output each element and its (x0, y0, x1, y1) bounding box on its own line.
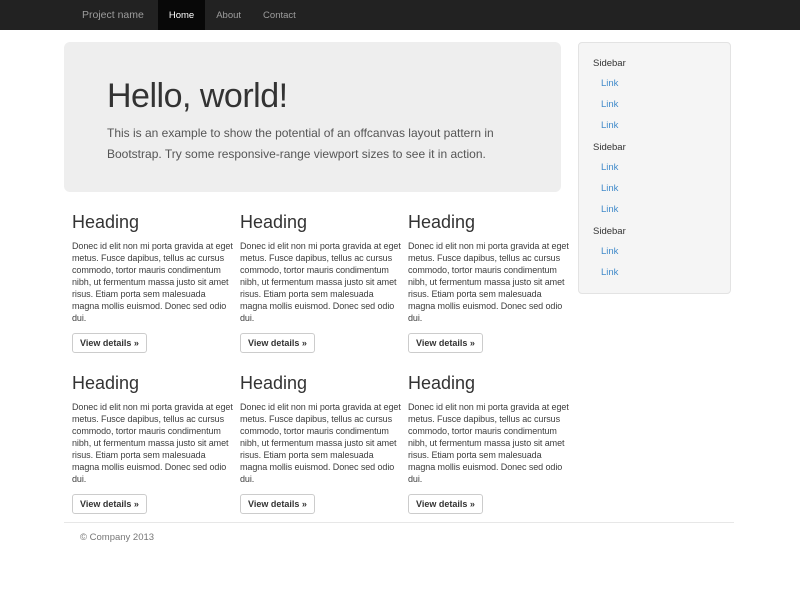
view-details-button[interactable]: View details » (72, 494, 147, 514)
card-1: Heading Donec id elit non mi porta gravi… (64, 206, 232, 353)
card-body-text: Donec id elit non mi porta gravida at eg… (408, 240, 569, 324)
card-2: Heading Donec id elit non mi porta gravi… (232, 206, 400, 353)
sidebar-group-title: Sidebar (579, 52, 730, 73)
sidebar-link[interactable]: Link (579, 241, 730, 262)
view-details-button[interactable]: View details » (240, 494, 315, 514)
card-heading: Heading (240, 373, 400, 393)
card-heading: Heading (408, 373, 568, 393)
view-details-button[interactable]: View details » (240, 333, 315, 353)
card-body-text: Donec id elit non mi porta gravida at eg… (240, 401, 401, 485)
navbar-inner: Project name Home About Contact (64, 0, 307, 30)
copyright-text: © Company 2013 (80, 532, 734, 543)
sidebar-link[interactable]: Link (579, 262, 730, 283)
card-heading: Heading (72, 212, 232, 232)
sidebar-link[interactable]: Link (579, 178, 730, 199)
footer-divider (64, 522, 734, 523)
main-column: Hello, world! This is an example to show… (64, 30, 561, 514)
sidebar-link[interactable]: Link (579, 115, 730, 136)
card-body-text: Donec id elit non mi porta gravida at eg… (408, 401, 569, 485)
navbar: Project name Home About Contact (0, 0, 800, 30)
card-heading: Heading (240, 212, 400, 232)
jumbotron: Hello, world! This is an example to show… (64, 42, 561, 192)
nav-item-contact[interactable]: Contact (252, 0, 307, 30)
sidebar-link[interactable]: Link (579, 199, 730, 220)
brand-link[interactable]: Project name (64, 0, 158, 30)
hero-description: This is an example to show the potential… (107, 123, 533, 165)
card-body-text: Donec id elit non mi porta gravida at eg… (240, 240, 401, 324)
sidebar-group-title: Sidebar (579, 136, 730, 157)
nav-item-home[interactable]: Home (158, 0, 205, 30)
hero-title: Hello, world! (107, 78, 533, 114)
card-6: Heading Donec id elit non mi porta gravi… (400, 367, 568, 514)
cards-row-1: Heading Donec id elit non mi porta gravi… (64, 206, 561, 353)
sidebar-column: Sidebar Link Link Link Sidebar Link Link… (578, 30, 731, 294)
sidebar-group-title: Sidebar (579, 220, 730, 241)
card-4: Heading Donec id elit non mi porta gravi… (64, 367, 232, 514)
card-heading: Heading (72, 373, 232, 393)
view-details-button[interactable]: View details » (408, 494, 483, 514)
footer: © Company 2013 (64, 522, 734, 543)
card-5: Heading Donec id elit non mi porta gravi… (232, 367, 400, 514)
sidebar-link[interactable]: Link (579, 94, 730, 115)
view-details-button[interactable]: View details » (408, 333, 483, 353)
sidebar-panel: Sidebar Link Link Link Sidebar Link Link… (578, 42, 731, 294)
nav-item-about[interactable]: About (205, 0, 252, 30)
card-body-text: Donec id elit non mi porta gravida at eg… (72, 240, 233, 324)
card-body-text: Donec id elit non mi porta gravida at eg… (72, 401, 233, 485)
sidebar-link[interactable]: Link (579, 73, 730, 94)
cards-row-2: Heading Donec id elit non mi porta gravi… (64, 367, 561, 514)
view-details-button[interactable]: View details » (72, 333, 147, 353)
card-heading: Heading (408, 212, 568, 232)
sidebar-link[interactable]: Link (579, 157, 730, 178)
card-3: Heading Donec id elit non mi porta gravi… (400, 206, 568, 353)
content-area: Hello, world! This is an example to show… (64, 30, 734, 514)
page: Project name Home About Contact Hello, w… (0, 0, 800, 600)
